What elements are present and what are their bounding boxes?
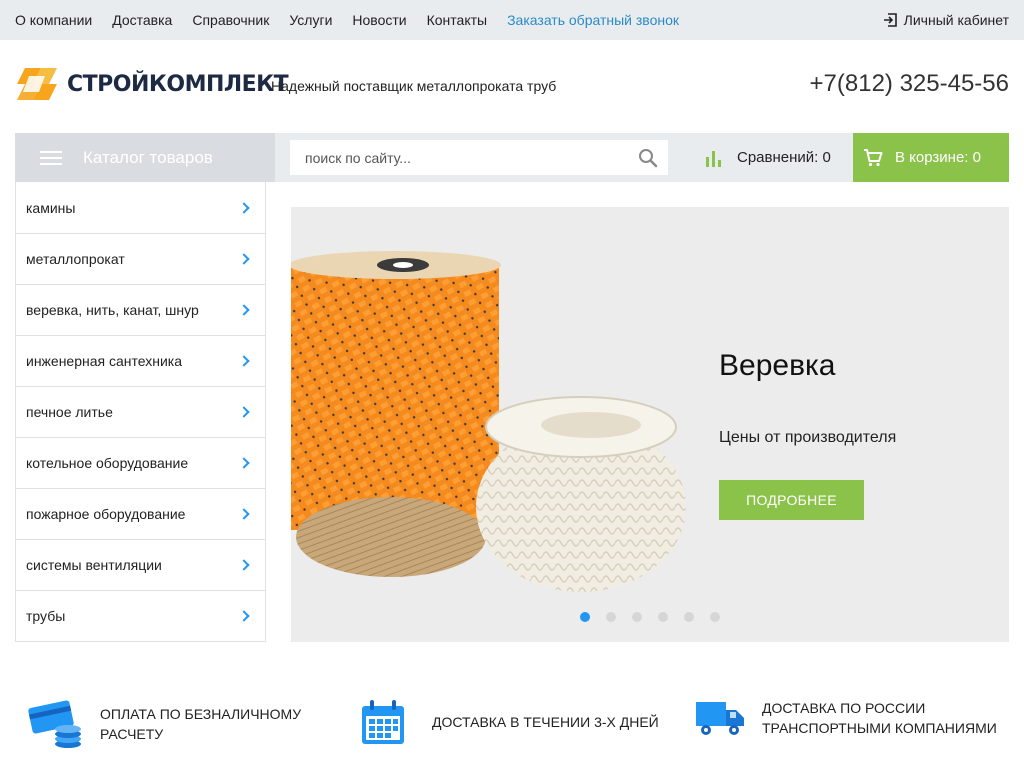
callback-link[interactable]: Заказать обратный звонок bbox=[507, 12, 679, 28]
logo-mark-icon bbox=[17, 68, 57, 100]
compare-link[interactable]: Сравнений: 0 bbox=[705, 133, 831, 182]
sidebar-item-label: печное литье bbox=[26, 404, 113, 420]
feature-text-line1: ОПЛАТА ПО БЕЗНАЛИЧНОМУ bbox=[100, 706, 302, 722]
truck-icon bbox=[696, 702, 744, 735]
sidebar-item-label: металлопрокат bbox=[26, 251, 125, 267]
banner-subtitle: Цены от производителя bbox=[719, 429, 897, 446]
sidebar-item-label: системы вентиляции bbox=[26, 557, 162, 573]
banner-title: Веревка bbox=[719, 349, 836, 382]
nav-link-about[interactable]: О компании bbox=[15, 12, 92, 28]
sidebar-item-label: инженерная сантехника bbox=[26, 353, 183, 369]
search-icon[interactable] bbox=[638, 148, 658, 168]
feature-delivery-3-days: ДОСТАВКА В ТЕЧЕНИИ 3-Х ДНЕЙ bbox=[360, 698, 659, 746]
compare-label: Сравнений: 0 bbox=[737, 149, 831, 166]
nav-link-news[interactable]: Новости bbox=[352, 12, 406, 28]
cabinet-label: Личный кабинет bbox=[903, 12, 1009, 28]
chevron-right-icon bbox=[238, 559, 250, 571]
chevron-right-icon bbox=[238, 253, 250, 265]
sidebar-item-label: веревка, нить, канат, шнур bbox=[26, 302, 199, 318]
slider-dot[interactable] bbox=[632, 612, 642, 622]
sidebar-item-stove-casting[interactable]: печное литье bbox=[16, 386, 265, 437]
personal-cabinet-link[interactable]: Личный кабинет bbox=[882, 0, 1009, 40]
logo-text: СТРОЙКОМПЛЕКТ bbox=[67, 71, 289, 97]
slider-dot[interactable] bbox=[658, 612, 668, 622]
sidebar-item-boiler[interactable]: котельное оборудование bbox=[16, 437, 265, 488]
sidebar-item-fireplaces[interactable]: камины bbox=[16, 182, 265, 233]
top-nav-links: О компании Доставка Справочник Услуги Но… bbox=[15, 0, 679, 40]
category-sidebar: камины металлопрокат веревка, нить, кана… bbox=[15, 182, 266, 642]
calendar-icon bbox=[362, 700, 404, 744]
sidebar-item-plumbing[interactable]: инженерная сантехника bbox=[16, 335, 265, 386]
chevron-right-icon bbox=[238, 610, 250, 622]
feature-text-line1: ДОСТАВКА ПО РОССИИ bbox=[762, 700, 926, 716]
chevron-right-icon bbox=[238, 304, 250, 316]
sidebar-item-label: камины bbox=[26, 199, 76, 216]
site-logo[interactable]: СТРОЙКОМПЛЕКТ bbox=[15, 64, 289, 104]
cart-button[interactable]: В корзине: 0 bbox=[853, 133, 1009, 182]
nav-link-delivery[interactable]: Доставка bbox=[112, 12, 172, 28]
slider-dot[interactable] bbox=[710, 612, 720, 622]
site-tagline: Надежный поставщик металлопроката труб bbox=[271, 78, 557, 94]
feature-cashless-payment: ОПЛАТА ПО БЕЗНАЛИЧНОМУ РАСЧЕТУ bbox=[28, 698, 301, 750]
sidebar-item-pipes[interactable]: трубы bbox=[16, 590, 265, 641]
sidebar-item-label: котельное оборудование bbox=[26, 455, 189, 471]
catalog-button-label: Каталог товаров bbox=[83, 147, 213, 167]
search-box bbox=[290, 140, 668, 175]
slider-dot[interactable] bbox=[580, 612, 590, 622]
login-icon bbox=[883, 13, 897, 27]
catalog-toolbar: Каталог товаров Сравнений: 0 В корзине: … bbox=[15, 133, 1009, 182]
feature-russia-delivery: ДОСТАВКА ПО РОССИИ ТРАНСПОРТНЫМИ КОМПАНИ… bbox=[694, 698, 997, 738]
sidebar-item-label: трубы bbox=[26, 608, 66, 624]
feature-text-line2: ТРАНСПОРТНЫМИ КОМПАНИЯМИ bbox=[762, 720, 997, 736]
bar-chart-icon bbox=[706, 150, 721, 167]
cart-label: В корзине: 0 bbox=[895, 149, 981, 166]
nav-link-services[interactable]: Услуги bbox=[289, 12, 332, 28]
slider-pagination bbox=[580, 612, 720, 622]
sidebar-item-fire-equipment[interactable]: пожарное оборудование bbox=[16, 488, 265, 539]
chevron-right-icon bbox=[238, 201, 250, 214]
sidebar-item-metal[interactable]: металлопрокат bbox=[16, 233, 265, 284]
phone-number[interactable]: +7(812) 325-45-56 bbox=[810, 70, 1009, 98]
slider-dot[interactable] bbox=[606, 612, 616, 622]
chevron-right-icon bbox=[238, 508, 250, 520]
card-coins-icon bbox=[28, 700, 81, 748]
nav-link-reference[interactable]: Справочник bbox=[192, 12, 269, 28]
chevron-right-icon bbox=[238, 406, 250, 418]
feature-text-line2: РАСЧЕТУ bbox=[100, 726, 164, 742]
cart-icon bbox=[864, 148, 883, 166]
hamburger-icon bbox=[40, 150, 62, 165]
promo-banner: Веревка Цены от производителя ПОДРОБНЕЕ bbox=[291, 207, 1009, 642]
sidebar-item-label: пожарное оборудование bbox=[26, 506, 186, 522]
catalog-menu-button[interactable]: Каталог товаров bbox=[15, 133, 275, 182]
chevron-right-icon bbox=[238, 355, 250, 367]
nav-link-contacts[interactable]: Контакты bbox=[427, 12, 487, 28]
chevron-right-icon bbox=[238, 457, 250, 469]
rope-product-image bbox=[291, 251, 686, 592]
sidebar-item-rope[interactable]: веревка, нить, канат, шнур bbox=[16, 284, 265, 335]
top-navigation-bar: О компании Доставка Справочник Услуги Но… bbox=[0, 0, 1024, 40]
sidebar-item-ventilation[interactable]: системы вентиляции bbox=[16, 539, 265, 590]
slider-dot[interactable] bbox=[684, 612, 694, 622]
feature-text-line1: ДОСТАВКА В ТЕЧЕНИИ 3-Х ДНЕЙ bbox=[432, 714, 659, 730]
banner-more-button[interactable]: ПОДРОБНЕЕ bbox=[719, 480, 864, 520]
search-input[interactable] bbox=[305, 149, 625, 166]
